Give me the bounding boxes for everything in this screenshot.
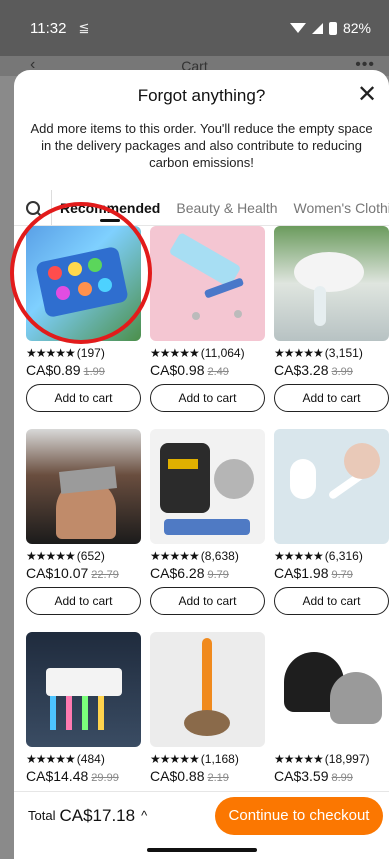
- product-card[interactable]: ★★★★★ (8,638) CA$6.28 9.79 Add to cart: [150, 429, 265, 615]
- old-price: 29.99: [91, 772, 119, 784]
- old-price: 9.79: [207, 569, 229, 581]
- home-indicator[interactable]: [146, 848, 257, 852]
- sheet-title: Forgot anything?: [137, 86, 266, 105]
- total-label: Total: [28, 808, 56, 823]
- review-count: (484): [76, 752, 105, 766]
- review-count: (11,064): [200, 346, 245, 360]
- old-price: 22.79: [91, 569, 119, 581]
- price: CA$0.98: [150, 362, 205, 378]
- review-count: (1,168): [200, 752, 239, 766]
- category-tabs: Recommended Beauty & Health Women's Clot…: [14, 190, 389, 226]
- tab-recommended[interactable]: Recommended: [52, 190, 168, 225]
- add-to-cart-button[interactable]: Add to cart: [274, 384, 389, 412]
- product-image-rice-strainer[interactable]: [274, 226, 389, 341]
- product-card[interactable]: ★★★★★ (652) CA$10.07 22.79 Add to cart: [26, 429, 141, 615]
- price: CA$3.59: [274, 768, 329, 784]
- price: CA$10.07: [26, 565, 89, 581]
- review-count: (8,638): [200, 549, 239, 563]
- product-image-hand-exerciser[interactable]: [274, 632, 389, 747]
- old-price: 9.79: [331, 569, 353, 581]
- continue-to-checkout-button[interactable]: Continue to checkout: [215, 796, 383, 835]
- product-card[interactable]: ★★★★★ (6,316) CA$1.98 9.79 Add to cart: [274, 429, 389, 615]
- product-image-earbud-cleaner[interactable]: [274, 429, 389, 544]
- old-price: 2.49: [207, 366, 229, 378]
- product-card[interactable]: ★★★★★ (3,151) CA$3.28 3.99 Add to cart: [274, 226, 389, 412]
- review-count: (652): [76, 549, 105, 563]
- product-image-piercing-tool[interactable]: [150, 226, 265, 341]
- rating-stars: ★★★★★: [26, 752, 76, 766]
- review-count: (3,151): [324, 346, 363, 360]
- total-value: CA$17.18: [59, 805, 136, 825]
- sheet-description: Add more items to this order. You'll red…: [30, 121, 373, 170]
- add-to-cart-button[interactable]: Add to cart: [150, 384, 265, 412]
- rating-stars: ★★★★★: [26, 346, 76, 360]
- product-card[interactable]: ★★★★★ (484) CA$14.48 29.99: [26, 632, 141, 784]
- status-right: 82%: [289, 20, 371, 36]
- rating-stars: ★★★★★: [150, 549, 200, 563]
- status-bar: 11:32 ≦ 82%: [0, 0, 389, 56]
- product-image-socket-tool[interactable]: [150, 429, 265, 544]
- add-to-cart-button[interactable]: Add to cart: [274, 587, 389, 615]
- old-price: 1.99: [83, 366, 105, 378]
- battery-icon: [328, 21, 337, 35]
- review-count: (18,997): [324, 752, 370, 766]
- rating-stars: ★★★★★: [274, 752, 324, 766]
- rating-stars: ★★★★★: [26, 549, 76, 563]
- old-price: 2.19: [207, 772, 229, 784]
- product-card[interactable]: ★★★★★ (1,168) CA$0.88 2.19: [150, 632, 265, 784]
- rating-stars: ★★★★★: [274, 549, 324, 563]
- price: CA$6.28: [150, 565, 205, 581]
- price: CA$3.28: [274, 362, 329, 378]
- wifi-icon: [289, 23, 306, 33]
- product-image-earplugs[interactable]: [26, 226, 141, 341]
- tab-beauty-health[interactable]: Beauty & Health: [168, 190, 285, 225]
- price: CA$0.88: [150, 768, 205, 784]
- old-price: 8.99: [331, 772, 353, 784]
- search-icon[interactable]: [14, 190, 52, 225]
- add-to-cart-button[interactable]: Add to cart: [26, 384, 141, 412]
- product-image-shapewear[interactable]: [26, 429, 141, 544]
- rating-stars: ★★★★★: [274, 346, 324, 360]
- review-count: (6,316): [324, 549, 363, 563]
- checkout-footer: Total CA$17.18 ^ Continue to checkout: [14, 791, 389, 839]
- tab-womens-clothing[interactable]: Women's Clothing: [286, 190, 389, 225]
- close-icon[interactable]: ✕: [353, 80, 381, 108]
- battery-percent: 82%: [342, 20, 371, 36]
- add-to-cart-button[interactable]: Add to cart: [150, 587, 265, 615]
- old-price: 3.99: [331, 366, 353, 378]
- forgot-anything-sheet: Forgot anything? ✕ Add more items to thi…: [14, 70, 389, 859]
- price: CA$0.89: [26, 362, 81, 378]
- add-to-cart-button[interactable]: Add to cart: [26, 587, 141, 615]
- notification-icon: ≦: [78, 20, 90, 35]
- rating-stars: ★★★★★: [150, 346, 200, 360]
- product-image-toothbrush-holder[interactable]: [26, 632, 141, 747]
- product-image-drain-cleaner[interactable]: [150, 632, 265, 747]
- chevron-up-icon[interactable]: ^: [141, 808, 147, 823]
- price: CA$14.48: [26, 768, 89, 784]
- status-time: 11:32: [30, 19, 67, 37]
- system-nav-bar: [14, 839, 389, 859]
- review-count: (197): [76, 346, 105, 360]
- product-card[interactable]: ★★★★★ (197) CA$0.89 1.99 Add to cart: [26, 226, 141, 412]
- rating-stars: ★★★★★: [150, 752, 200, 766]
- signal-icon: [311, 22, 323, 34]
- product-card[interactable]: ★★★★★ (11,064) CA$0.98 2.49 Add to cart: [150, 226, 265, 412]
- price: CA$1.98: [274, 565, 329, 581]
- product-card[interactable]: ★★★★★ (18,997) CA$3.59 8.99: [274, 632, 389, 784]
